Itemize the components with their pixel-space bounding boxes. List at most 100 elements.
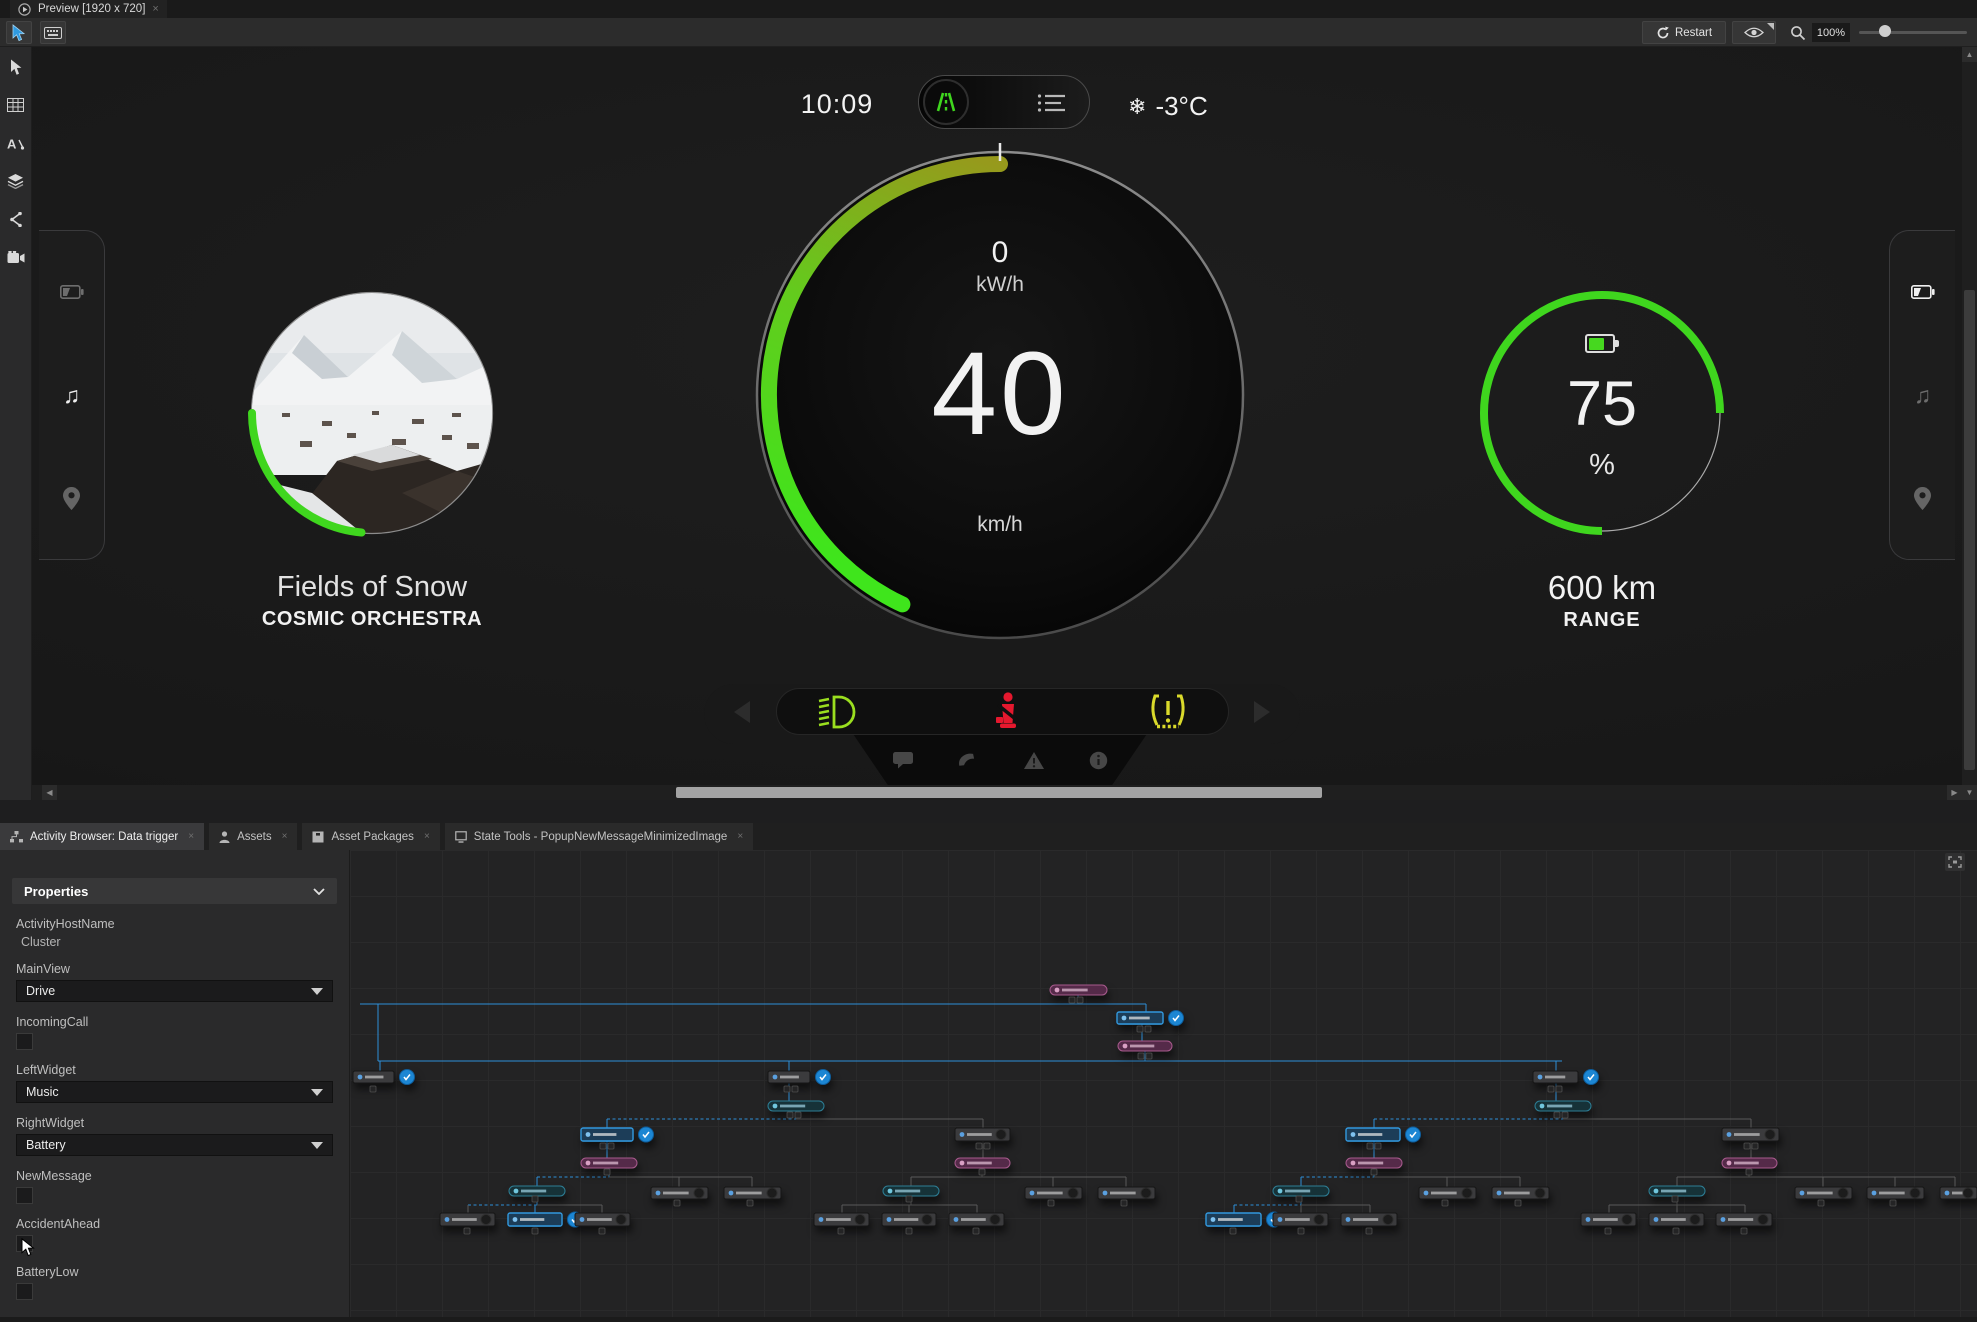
graph-node[interactable] (507, 1211, 583, 1228)
node-action-button[interactable] (815, 1069, 831, 1085)
close-icon[interactable]: × (282, 831, 288, 842)
property-dropdown[interactable]: Drive (16, 980, 333, 1002)
warning-next-arrow[interactable] (1254, 701, 1270, 723)
graph-node[interactable] (650, 1186, 709, 1200)
graph-node[interactable] (1491, 1186, 1550, 1200)
zoom-slider-thumb[interactable] (1879, 25, 1891, 37)
node-action-button[interactable] (399, 1069, 415, 1085)
graph-node[interactable] (882, 1185, 940, 1197)
graph-node[interactable] (1272, 1212, 1329, 1227)
scroll-left-arrow[interactable]: ◀ (42, 785, 57, 800)
property-dropdown[interactable]: Battery (16, 1134, 333, 1156)
close-icon[interactable]: × (152, 3, 158, 15)
battery-fill (1588, 337, 1604, 350)
keyboard-tool-button[interactable] (40, 21, 66, 44)
node-action-button[interactable] (638, 1126, 654, 1143)
graph-node[interactable] (1272, 1185, 1330, 1197)
fit-to-view-button[interactable] (1945, 853, 1965, 871)
scroll-down-arrow[interactable]: ▼ (1962, 785, 1977, 800)
graph-node[interactable] (1345, 1157, 1403, 1169)
graph-node[interactable] (1097, 1186, 1156, 1200)
music-widget-icon[interactable]: ♫ (57, 380, 87, 410)
graph-node[interactable] (1024, 1186, 1083, 1200)
music-widget-icon[interactable]: ♫ (1908, 380, 1938, 410)
view-mode-toggle[interactable] (918, 75, 1090, 129)
graph-node[interactable] (580, 1157, 638, 1169)
layers-tool-button[interactable] (4, 169, 28, 193)
graph-node[interactable] (1721, 1127, 1780, 1142)
battery-widget-icon[interactable] (57, 277, 87, 307)
scroll-right-arrow[interactable]: ▶ (1947, 785, 1962, 800)
properties-header[interactable]: Properties (12, 878, 337, 904)
graph-node[interactable] (1648, 1185, 1706, 1197)
graph-node[interactable] (1580, 1212, 1637, 1227)
graph-node[interactable] (1345, 1126, 1421, 1143)
restart-button[interactable]: Restart (1642, 21, 1726, 44)
graph-node[interactable] (1715, 1212, 1773, 1227)
node-action-button[interactable] (1405, 1126, 1421, 1143)
connection-tool-button[interactable] (4, 207, 28, 231)
navigation-widget-icon[interactable] (57, 483, 87, 513)
chevron-down-icon (311, 1088, 323, 1096)
graph-node[interactable] (1205, 1211, 1282, 1228)
property-checkbox[interactable] (16, 1283, 33, 1300)
close-icon[interactable]: × (737, 831, 743, 842)
graph-node[interactable] (1866, 1186, 1925, 1200)
graph-node[interactable] (723, 1186, 782, 1200)
graph-node[interactable] (1794, 1186, 1853, 1200)
graph-node[interactable] (813, 1212, 870, 1227)
graph-node[interactable] (767, 1100, 825, 1112)
node-action-button[interactable] (1168, 1010, 1184, 1026)
graph-node[interactable] (954, 1157, 1011, 1169)
panel-tab[interactable]: Activity Browser: Data trigger × (0, 823, 205, 850)
close-icon[interactable]: × (424, 831, 430, 842)
graph-node[interactable] (1117, 1040, 1173, 1052)
text-tool-button[interactable]: A (4, 131, 28, 155)
graph-node[interactable] (1049, 984, 1108, 996)
preview-tab[interactable]: Preview [1920 x 720] × (10, 0, 167, 18)
graph-node[interactable] (352, 1069, 415, 1085)
graph-node[interactable] (767, 1069, 831, 1085)
horizontal-scroll-thumb[interactable] (676, 787, 1322, 798)
graph-node[interactable] (1721, 1157, 1778, 1169)
graph-node[interactable] (439, 1212, 496, 1227)
graph-node[interactable] (574, 1212, 631, 1227)
graph-node[interactable] (1418, 1186, 1477, 1200)
battery-widget-icon[interactable] (1908, 277, 1938, 307)
graph-node[interactable] (1116, 1010, 1184, 1026)
left-widget-selector: ♫ (39, 230, 105, 560)
graph-node[interactable] (580, 1126, 654, 1143)
navigation-widget-icon[interactable] (1908, 483, 1938, 513)
graph-node[interactable] (1939, 1186, 1977, 1200)
grid-view-button[interactable] (4, 93, 28, 117)
preview-visibility-button[interactable] (1732, 21, 1776, 44)
property-checkbox[interactable] (16, 1033, 33, 1050)
graph-node[interactable] (954, 1127, 1011, 1142)
activity-graph-canvas[interactable] (350, 850, 1977, 1317)
panel-tab[interactable]: Assets × (209, 823, 298, 850)
property-dropdown[interactable]: Music (16, 1081, 333, 1103)
close-icon[interactable]: × (188, 831, 194, 842)
select-tool-button[interactable] (4, 55, 28, 79)
zoom-value-field[interactable]: 100% (1812, 23, 1850, 42)
graph-node[interactable] (508, 1185, 566, 1197)
graph-node[interactable] (1532, 1069, 1599, 1085)
node-badge (531, 1195, 539, 1203)
zoom-slider-track[interactable] (1859, 31, 1967, 34)
vertical-scroll-thumb[interactable] (1964, 290, 1975, 770)
warning-prev-arrow[interactable] (734, 701, 750, 723)
node-action-button[interactable] (1583, 1069, 1599, 1085)
property-checkbox[interactable] (16, 1187, 33, 1204)
node-badge (1604, 1227, 1612, 1235)
graph-node[interactable] (1534, 1100, 1592, 1112)
interaction-tool-button[interactable] (6, 21, 32, 44)
panel-tab[interactable]: Asset Packages × (302, 823, 440, 850)
graph-node[interactable] (948, 1212, 1005, 1227)
graph-node[interactable] (1340, 1212, 1398, 1227)
node-label-text (1037, 1191, 1063, 1195)
panel-tab[interactable]: State Tools - PopupNewMessageMinimizedIm… (444, 823, 754, 850)
graph-node[interactable] (1648, 1212, 1705, 1227)
camera-tool-button[interactable] (4, 245, 28, 269)
scroll-up-arrow[interactable]: ▲ (1962, 47, 1977, 62)
graph-node[interactable] (881, 1212, 937, 1227)
